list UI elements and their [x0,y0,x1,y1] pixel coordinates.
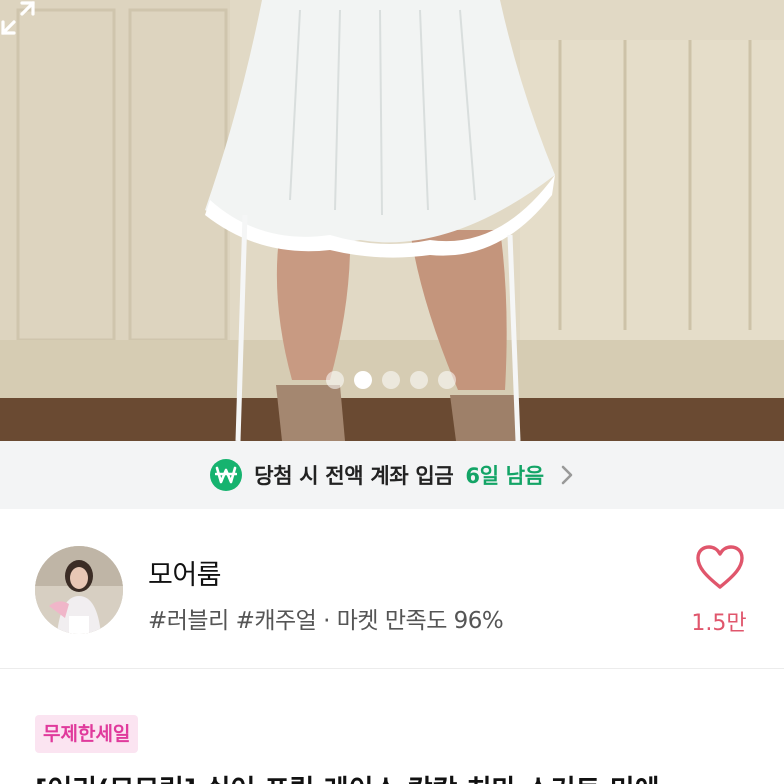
refund-banner[interactable]: 당첨 시 전액 계좌 입금 6일 남음 [0,441,784,509]
image-pagination[interactable] [326,371,456,389]
product-title: [어리(모모링] 쉬어 프릴 레이스 캉캉 치마 스커트 미에 [35,768,659,784]
seller-row: 모어룸 #러블리 #캐주얼 · 마켓 만족도 96% 1.5만 [0,509,784,669]
like-count: 1.5만 [691,611,747,636]
page-dot-active[interactable] [354,371,372,389]
page-dot[interactable] [438,371,456,389]
shop-name[interactable]: 모어룸 [148,553,222,592]
avatar[interactable] [35,546,123,634]
page-dot[interactable] [382,371,400,389]
heart-icon[interactable] [695,545,745,591]
expand-icon[interactable] [0,0,36,36]
banner-text: 당첨 시 전액 계좌 입금 [254,464,454,488]
product-image[interactable] [0,0,784,441]
sale-badge: 무제한세일 [35,715,139,753]
chevron-right-icon [561,465,573,485]
won-icon [210,459,243,491]
page-dot[interactable] [410,371,428,389]
shop-tags: #러블리 #캐주얼 · 마켓 만족도 96% [148,608,504,634]
page-dot[interactable] [326,371,344,389]
banner-days-left: 6일 남음 [465,464,544,488]
